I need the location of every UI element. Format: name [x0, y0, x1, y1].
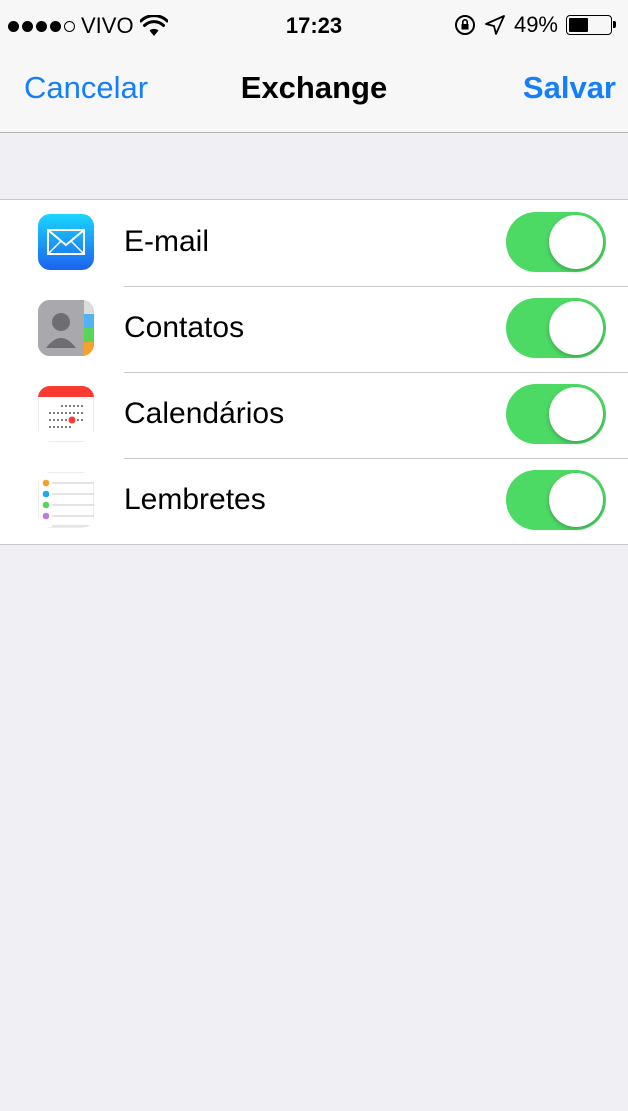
- contacts-label: Contatos: [124, 311, 245, 344]
- status-right: 49%: [454, 12, 616, 38]
- battery-percent: 49%: [513, 12, 558, 37]
- contacts-toggle[interactable]: [506, 298, 606, 358]
- calendar-icon: [38, 386, 94, 442]
- calendars-toggle[interactable]: [506, 384, 606, 444]
- list-item-email: E-mail: [0, 200, 628, 286]
- location-arrow-icon: [485, 15, 505, 35]
- calendars-label: Calendários: [124, 397, 285, 430]
- save-button[interactable]: Salvar: [523, 70, 616, 106]
- mail-icon: [38, 214, 94, 270]
- email-toggle[interactable]: [506, 212, 606, 272]
- reminders-icon: [38, 472, 94, 528]
- status-bar: VIVO 17:23 49%: [0, 0, 628, 48]
- services-list: E-mail Contatos Calendários Lembretes: [0, 199, 628, 545]
- list-item-reminders: Lembretes: [0, 458, 628, 544]
- rotation-lock-icon: [454, 15, 475, 35]
- battery-icon: [566, 15, 616, 35]
- exchange-settings-screen: VIVO 17:23 49% Cancelar Exchange Salvar …: [0, 0, 628, 1111]
- contacts-icon: [38, 300, 94, 356]
- email-label: E-mail: [124, 225, 210, 258]
- reminders-toggle[interactable]: [506, 470, 606, 530]
- list-item-contacts: Contatos: [0, 286, 628, 372]
- navigation-bar: Cancelar Exchange Salvar: [0, 60, 628, 120]
- header-area: VIVO 17:23 49% Cancelar Exchange Salvar: [0, 0, 628, 133]
- list-item-calendars: Calendários: [0, 372, 628, 458]
- reminders-label: Lembretes: [124, 483, 266, 516]
